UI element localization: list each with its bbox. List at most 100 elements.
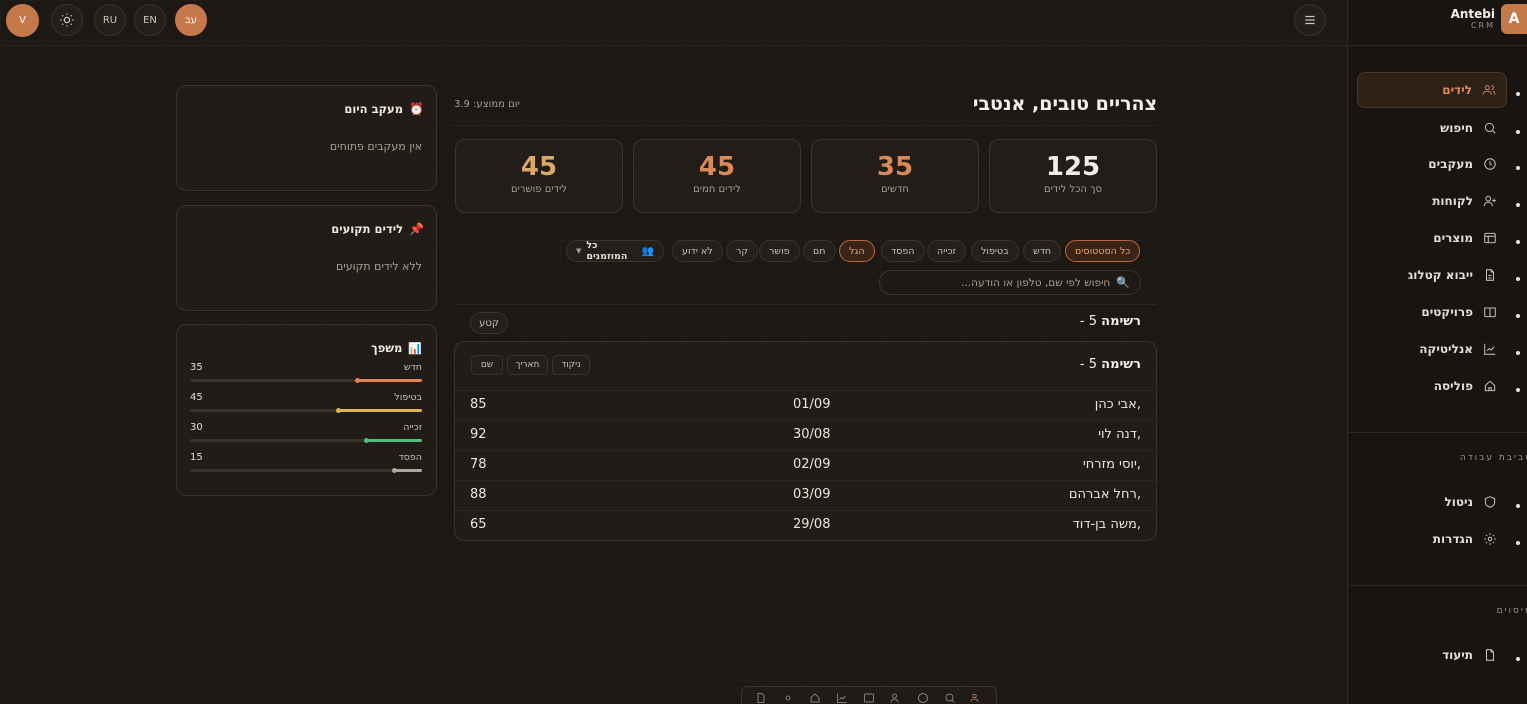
search-icon: 🔍 <box>1116 276 1130 289</box>
sidebar-item-label: לידים <box>1442 83 1472 97</box>
sidebar-item-analytics[interactable]: אנליטיקה <box>1357 331 1507 367</box>
nav-dot <box>1516 314 1520 318</box>
stat-value: 35 <box>876 152 914 182</box>
funnel-label: חדש <box>403 362 422 373</box>
book-icon <box>1484 307 1496 318</box>
clock-icon <box>1484 158 1496 170</box>
sidebar-item-label: ניטול <box>1444 495 1474 509</box>
sidebar-item-label: ייבוא קטלוג <box>1407 268 1473 282</box>
filter-chip-cold[interactable]: קר <box>726 240 759 262</box>
lead-score: 88 <box>470 487 487 502</box>
sidebar: Antebi CRM A לידים חיפוש מעקבים לקוחות מ… <box>1347 0 1527 704</box>
stuck-leads-panel: 📌 לידים תקועים ללא לידים תקועים <box>176 205 437 311</box>
sort-by-score-button[interactable]: ניקוד <box>552 355 590 375</box>
funnel-bar-fill <box>355 378 422 383</box>
sidebar-divider <box>1347 45 1527 46</box>
nav-dot <box>1516 130 1520 134</box>
doc-icon[interactable] <box>755 692 767 704</box>
funnel-value: 15 <box>190 452 203 463</box>
compact-toggle-button[interactable]: קטע <box>470 312 508 334</box>
today-followups-panel: ⏰ מעקב היום אין מעקבים פתוחים <box>176 85 437 191</box>
sidebar-item-label: חיפוש <box>1440 121 1473 135</box>
sidebar-item-label: מעקבים <box>1428 157 1473 171</box>
menu-toggle-button[interactable] <box>1294 4 1326 36</box>
lead-date: 29/08 <box>793 517 831 532</box>
pin-icon: 📌 <box>409 222 424 236</box>
lead-score: 78 <box>470 457 487 472</box>
sidebar-item-leads[interactable]: לידים <box>1357 72 1507 108</box>
owners-dropdown[interactable]: ▼ כל המוזמנים 👥 <box>566 240 664 262</box>
filter-chip-warm[interactable]: פושר <box>759 240 800 262</box>
table-row[interactable]: רחל אברהם, 03/09 88 <box>455 480 1157 510</box>
owners-label: כל המוזמנים <box>586 240 628 262</box>
sort-by-name-button[interactable]: שם <box>471 355 503 375</box>
filter-chip-lost[interactable]: הפסד <box>881 240 925 262</box>
user-plus-icon[interactable] <box>890 692 902 704</box>
nav-dot <box>1516 351 1520 355</box>
sort-by-date-button[interactable]: תאריך <box>507 355 548 375</box>
theme-toggle-button[interactable] <box>51 4 83 36</box>
inner-list-count: 5 - <box>1079 357 1097 372</box>
funnel-label: בטיפול <box>394 392 422 403</box>
home-icon[interactable] <box>809 692 821 704</box>
table-row[interactable]: דנה לוי, 30/08 92 <box>455 420 1157 450</box>
chart-icon[interactable] <box>836 692 848 704</box>
search-box[interactable]: חיפוש לפי שם, טלפון או הודעה... 🔍 <box>879 270 1141 295</box>
stat-label: לידים חמים <box>693 184 741 195</box>
gear-icon <box>1484 533 1496 545</box>
sidebar-item-search[interactable]: חיפוש <box>1357 110 1507 146</box>
brand-subtitle: CRM <box>1470 21 1495 30</box>
sidebar-item-monitoring[interactable]: ניטול <box>1357 484 1507 520</box>
inner-list-title-text: רשימה <box>1101 357 1141 372</box>
lang-he-button[interactable]: עב <box>175 4 207 36</box>
lead-name: משה בן-דוד, <box>1072 517 1141 532</box>
funnel-bar-fill <box>336 408 422 413</box>
table-row[interactable]: משה בן-דוד, 29/08 65 <box>455 510 1157 540</box>
sidebar-item-catalog-import[interactable]: ייבוא קטלוג <box>1357 257 1507 293</box>
funnel-label: זכייה <box>403 422 422 433</box>
box-icon[interactable] <box>863 692 875 704</box>
gear-icon[interactable] <box>782 692 794 704</box>
table-row[interactable]: יוסי מזרחי, 02/09 78 <box>455 450 1157 480</box>
filter-chip-unknown[interactable]: לא ידוע <box>672 240 723 262</box>
panel-empty-text: ללא לידים תקועים <box>335 260 422 273</box>
sidebar-item-projects[interactable]: פרויקטים <box>1357 294 1507 330</box>
filter-chip-hot[interactable]: חם <box>803 240 836 262</box>
sidebar-item-docs[interactable]: תיעוד <box>1357 637 1507 673</box>
users-icon[interactable] <box>970 692 982 704</box>
filter-chip-wave[interactable]: הגל <box>839 240 875 262</box>
clock-icon[interactable] <box>917 692 929 704</box>
filter-chip-new[interactable]: חדש <box>1023 240 1062 262</box>
stat-value: 45 <box>698 152 736 182</box>
sidebar-item-products[interactable]: מוצרים <box>1357 220 1507 256</box>
filters-divider <box>454 304 1157 305</box>
search-placeholder: חיפוש לפי שם, טלפון או הודעה... <box>961 276 1111 289</box>
panel-title: מעקב היום <box>344 102 404 116</box>
nav-dot <box>1516 541 1520 545</box>
sidebar-item-policy[interactable]: פוליסה <box>1357 368 1507 404</box>
filter-chip-won[interactable]: זכייה <box>927 240 966 262</box>
sidebar-section-workspace: סביבת עבודה <box>1459 453 1527 463</box>
filter-chip-in-progress[interactable]: בטיפול <box>971 240 1019 262</box>
stat-card-warm: 45 לידים פושרים <box>455 139 623 213</box>
user-avatar-button[interactable]: V <box>6 4 39 37</box>
lang-ru-button[interactable]: RU <box>94 4 126 36</box>
sidebar-section-other: מיסוים <box>1496 606 1527 616</box>
list-title: רשימה 5 - <box>1080 314 1141 329</box>
lang-en-button[interactable]: EN <box>134 4 166 36</box>
table-row[interactable]: אבי כהן, 01/09 85 <box>455 390 1157 420</box>
sidebar-item-label: אנליטיקה <box>1419 342 1473 356</box>
inner-list-title: רשימה 5 - <box>1080 357 1141 372</box>
list-title-text: רשימה <box>1101 314 1141 329</box>
sidebar-item-followups[interactable]: מעקבים <box>1357 146 1507 182</box>
filter-chip-all[interactable]: כל הסטטוסים <box>1065 240 1141 262</box>
sidebar-item-customers[interactable]: לקוחות <box>1357 183 1507 219</box>
lead-name: רחל אברהם, <box>1068 487 1141 502</box>
hamburger-icon <box>1305 15 1315 25</box>
sidebar-item-settings[interactable]: הגדרות <box>1357 521 1507 557</box>
lead-date: 03/09 <box>793 487 831 502</box>
search-icon[interactable] <box>944 692 956 704</box>
lead-date: 30/08 <box>793 427 831 442</box>
stat-card-total: 125 סך הכל לידים <box>989 139 1157 213</box>
people-icon: 👥 <box>641 245 654 257</box>
